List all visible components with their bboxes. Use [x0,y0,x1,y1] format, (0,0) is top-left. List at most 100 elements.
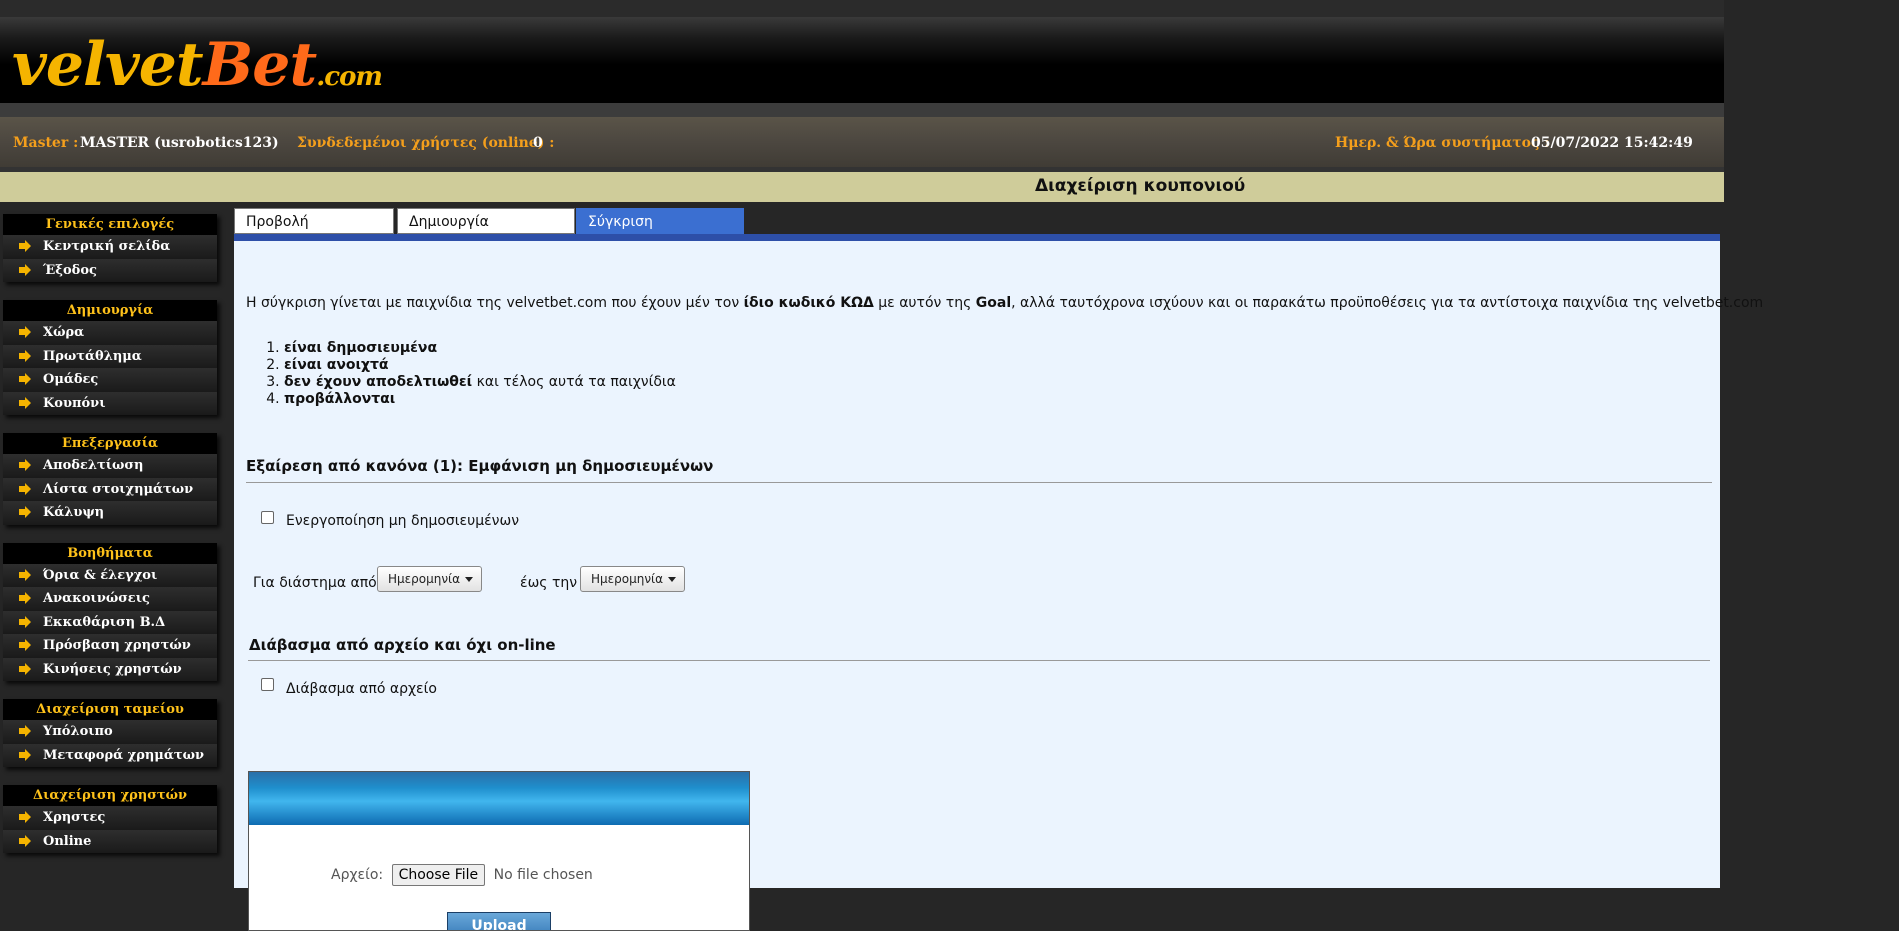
tab-create-coupon[interactable]: Δημιουργία κουπονιού [397,208,575,256]
site-logo[interactable]: velvetBet.com [12,35,383,95]
info-bar: Master : MASTER (usrobotics123) Συνδεδεμ… [0,117,1724,167]
menu-item-label: Έξοδος [43,262,97,278]
sidebar-menu: Γενικές επιλογές Κεντρική σελίδα Έξοδος … [3,214,217,871]
menu-group-title: Διαχείριση ταμείου [3,699,217,720]
page-title: Διαχείριση κουπονιού [1035,176,1246,196]
intro-bold-code: ίδιο κωδικό ΚΩΔ [743,295,874,311]
menu-item-label: Λίστα στοιχημάτων [43,481,194,497]
arrow-right-icon [19,748,31,761]
arrow-right-icon [19,459,31,471]
date-from-label: Για διάστημα από [253,575,377,591]
rule-rest: και τέλος αυτά τα παιχνίδια [472,374,676,390]
menu-group-tools: Βοηθήματα Όρια & έλεγχοι Ανακοινώσεις Εκ… [3,542,217,681]
master-value: MASTER (usrobotics123) [80,135,279,151]
menu-item-label: Όρια & έλεγχοι [43,567,158,583]
arrow-right-icon [19,349,31,362]
tab-view-coupon[interactable]: Προβολή κουπονιού [234,208,394,256]
arrow-right-icon [19,662,31,675]
menu-item-online[interactable]: Online [3,829,217,853]
menu-item-db-cleanup[interactable]: Εκκαθάριση Β.Δ [3,610,217,634]
system-datetime-value: 05/07/2022 15:42:49 [1531,135,1693,151]
rules-list: είναι δημοσιευμένα είναι ανοιχτά δεν έχο… [246,340,676,408]
show-unpublished-label: Ενεργοποίηση μη δημοσιευμένων [286,513,520,529]
rule-item: προβάλλονται [284,391,676,408]
menu-item-bet-list[interactable]: Λίστα στοιχημάτων [3,477,217,501]
menu-item-label: Χώρα [43,325,85,340]
logo-part-bet: Bet [202,30,318,100]
online-users-value: 0 [533,135,543,151]
file-label: Αρχείο: [331,867,384,883]
logo-part-domain: .com [316,62,383,92]
arrow-right-icon [19,326,31,338]
rule-bold: είναι ανοιχτά [284,357,389,373]
menu-item-logout[interactable]: Έξοδος [3,258,217,282]
arrow-right-icon [19,725,31,737]
menu-item-home[interactable]: Κεντρική σελίδα [3,235,217,259]
tab-underline [234,234,1720,241]
menu-item-label: Πρόσβαση χρηστών [43,638,191,653]
system-datetime-label: Ημερ. & Ώρα συστήματος : [1335,135,1550,151]
menu-item-user-activity[interactable]: Κινήσεις χρηστών [3,657,217,681]
menu-item-label: Υπόλοιπο [43,724,113,739]
arrow-right-icon [19,506,31,518]
caret-down-icon [465,577,474,582]
file-input-row: Αρχείο: Choose File No file chosen [331,864,593,886]
arrow-right-icon [19,482,31,495]
date-from-dropdown[interactable]: Ημερομηνία [377,566,483,592]
menu-group-general: Γενικές επιλογές Κεντρική σελίδα Έξοδος [3,214,217,282]
rule-bold: είναι δημοσιευμένα [284,340,438,356]
online-users-label: Συνδεδεμένοι χρήστες (online) : [297,135,555,151]
arrow-right-icon [19,373,31,385]
intro-part: , αλλά ταυτόχρονα ισχύουν και οι παρακάτ… [1011,295,1764,311]
compare-odds-panel: Η σύγκριση γίνεται με παιχνίδια της velv… [234,241,1763,931]
tab-compare-odds[interactable]: Σύγκριση αποδόσεων [576,208,744,256]
menu-item-label: Ομάδες [43,372,99,387]
arrow-right-icon [19,639,31,651]
no-file-chosen-text: No file chosen [493,867,593,883]
menu-group-cash: Διαχείριση ταμείου Υπόλοιπο Μεταφορά χρη… [3,699,217,767]
section-divider [246,482,1712,483]
menu-item-label: Κεντρική σελίδα [43,239,171,254]
arrow-right-icon [19,263,31,276]
menu-item-announcements[interactable]: Ανακοινώσεις [3,587,217,611]
menu-group-users: Διαχείριση χρηστών Χρηστες Online [3,785,217,853]
choose-file-button[interactable]: Choose File [391,864,486,886]
menu-item-coverage[interactable]: Κάλυψη [3,501,217,525]
menu-item-label: Κουπόνι [43,395,106,411]
intro-bold-goal: Goal [975,295,1012,311]
menu-item-label: Αποδελτίωση [43,458,144,473]
menu-item-label: Πρωτάθλημα [43,348,142,364]
menu-item-country[interactable]: Χώρα [3,321,217,345]
file-read-heading: Διάβασμα από αρχείο και όχι on-line [249,636,556,654]
date-to-dropdown[interactable]: Ημερομηνία [580,566,686,592]
menu-item-users[interactable]: Χρηστες [3,806,217,830]
header-separator [0,103,1724,117]
menu-item-coupon[interactable]: Κουπόνι [3,391,217,415]
date-from-dropdown-label: Ημερομηνία [388,572,461,586]
arrow-right-icon [19,834,31,847]
rule-item: είναι δημοσιευμένα [284,340,676,357]
menu-item-limits[interactable]: Όρια & έλεγχοι [3,563,217,587]
menu-item-label: Κάλυψη [43,505,105,520]
menu-group-title: Βοηθήματα [3,542,217,564]
menu-item-money-transfer[interactable]: Μεταφορά χρημάτων [3,743,217,767]
read-from-file-checkbox[interactable] [261,678,274,691]
page-title-bar: Διαχείριση κουπονιού [0,172,1724,202]
menu-group-edit: Επεξεργασία Αποδελτίωση Λίστα στοιχημάτω… [3,433,217,525]
date-to-dropdown-label: Ημερομηνία [591,572,664,586]
site-header: velvetBet.com [0,17,1724,103]
main-content: Προβολή κουπονιού Δημιουργία κουπονιού Σ… [234,202,1763,931]
logo-part-velvet: velvet [12,30,204,100]
menu-group-title: Γενικές επιλογές [3,214,217,235]
menu-item-label: Εκκαθάριση Β.Δ [43,614,166,630]
menu-item-balance[interactable]: Υπόλοιπο [3,720,217,744]
menu-item-user-access[interactable]: Πρόσβαση χρηστών [3,634,217,658]
menu-item-league[interactable]: Πρωτάθλημα [3,344,217,368]
menu-item-settlement[interactable]: Αποδελτίωση [3,454,217,478]
rule-bold: δεν έχουν αποδελτιωθεί [284,374,473,390]
upload-button[interactable]: Upload [447,912,551,930]
show-unpublished-checkbox[interactable] [261,511,274,524]
read-from-file-label: Διάβασμα από αρχείο [286,681,437,697]
menu-group-create: Δημιουργία Χώρα Πρωτάθλημα Ομάδες Κουπόν… [3,300,217,415]
menu-item-teams[interactable]: Ομάδες [3,368,217,392]
